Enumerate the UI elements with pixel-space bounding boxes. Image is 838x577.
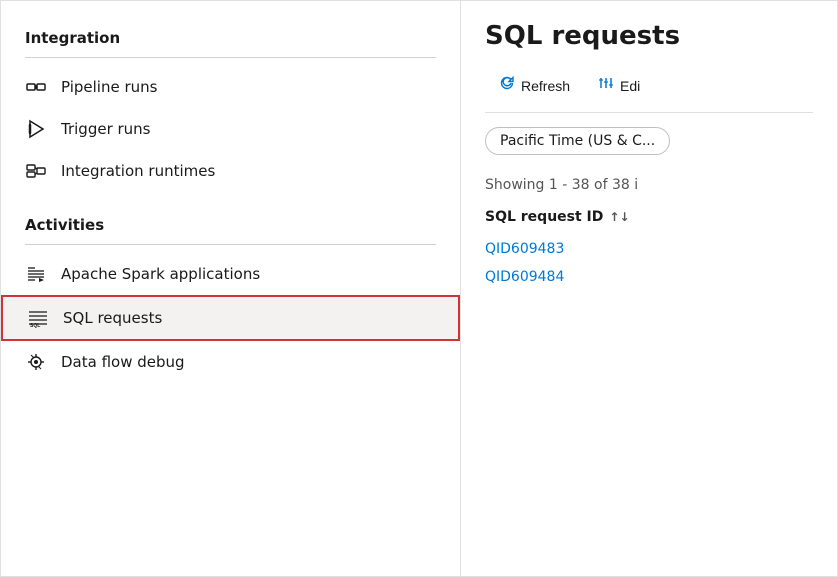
integration-runtimes-icon bbox=[25, 160, 47, 182]
sidebar-item-apache-spark[interactable]: Apache Spark applications bbox=[1, 253, 460, 295]
sql-request-link-0[interactable]: QID609483 bbox=[485, 241, 564, 257]
integration-section-title: Integration bbox=[1, 21, 460, 53]
toolbar: Refresh Edi bbox=[485, 69, 813, 113]
timezone-container: Pacific Time (US & C... bbox=[485, 127, 813, 165]
integration-divider bbox=[25, 57, 436, 58]
pipeline-runs-label: Pipeline runs bbox=[61, 78, 157, 96]
activities-divider bbox=[25, 244, 436, 245]
sidebar-item-pipeline-runs[interactable]: Pipeline runs bbox=[1, 66, 460, 108]
sidebar-section-activities: Activities Apache Spark applications bbox=[1, 208, 460, 383]
trigger-runs-icon bbox=[25, 118, 47, 140]
page-title: SQL requests bbox=[485, 21, 813, 51]
timezone-selector[interactable]: Pacific Time (US & C... bbox=[485, 127, 670, 155]
sidebar-section-integration: Integration Pipeline runs bbox=[1, 21, 460, 192]
main-content: SQL requests Refresh bbox=[461, 1, 837, 576]
edit-label: Edi bbox=[620, 78, 640, 94]
sidebar-item-sql-requests[interactable]: SQL SQL requests bbox=[1, 295, 460, 341]
sql-request-link-1[interactable]: QID609484 bbox=[485, 269, 564, 285]
columns-icon bbox=[598, 75, 614, 96]
table-header: SQL request ID ↑↓ bbox=[485, 209, 813, 225]
refresh-icon bbox=[499, 75, 515, 96]
integration-runtimes-label: Integration runtimes bbox=[61, 162, 215, 180]
sql-requests-label: SQL requests bbox=[63, 309, 162, 327]
pipeline-runs-icon bbox=[25, 76, 47, 98]
svg-text:SQL: SQL bbox=[30, 323, 40, 329]
sidebar-item-data-flow-debug[interactable]: Data flow debug bbox=[1, 341, 460, 383]
sql-requests-icon: SQL bbox=[27, 307, 49, 329]
apache-spark-label: Apache Spark applications bbox=[61, 265, 260, 283]
table-row: QID609484 bbox=[485, 263, 813, 291]
sql-request-id-column-header: SQL request ID bbox=[485, 209, 603, 225]
activities-section-title: Activities bbox=[1, 208, 460, 240]
data-flow-debug-icon bbox=[25, 351, 47, 373]
trigger-runs-label: Trigger runs bbox=[61, 120, 151, 138]
sidebar-item-trigger-runs[interactable]: Trigger runs bbox=[1, 108, 460, 150]
sidebar: Integration Pipeline runs bbox=[1, 1, 461, 576]
data-flow-debug-label: Data flow debug bbox=[61, 353, 185, 371]
table-row: QID609483 bbox=[485, 235, 813, 263]
apache-spark-icon bbox=[25, 263, 47, 285]
table-body: QID609483 QID609484 bbox=[485, 235, 813, 291]
sidebar-item-integration-runtimes[interactable]: Integration runtimes bbox=[1, 150, 460, 192]
showing-text: Showing 1 - 38 of 38 i bbox=[485, 177, 813, 193]
edit-columns-button[interactable]: Edi bbox=[584, 69, 654, 102]
sort-icon[interactable]: ↑↓ bbox=[609, 210, 629, 224]
refresh-label: Refresh bbox=[521, 78, 570, 94]
refresh-button[interactable]: Refresh bbox=[485, 69, 584, 102]
